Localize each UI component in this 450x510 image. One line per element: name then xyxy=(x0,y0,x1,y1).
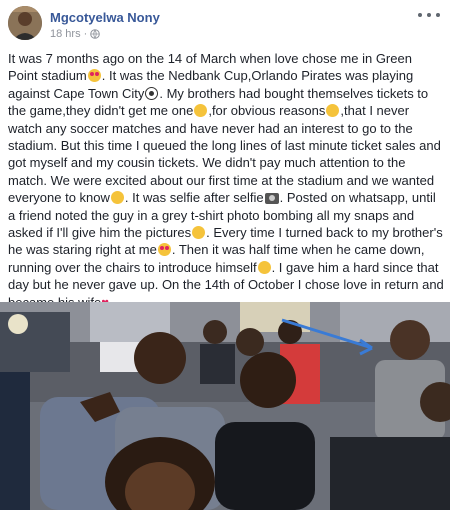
post-header: Mgcotyelwa Nony 18 hrs · xyxy=(0,0,450,44)
heart-eyes-icon xyxy=(87,69,101,83)
globe-icon[interactable] xyxy=(90,29,101,39)
post-timestamp[interactable]: 18 hrs xyxy=(50,28,81,40)
stadium-selfie-photo[interactable] xyxy=(0,302,450,510)
post-text-segment: . It was selfie after selfie xyxy=(124,190,264,206)
author-avatar[interactable] xyxy=(8,6,42,40)
unamused-icon xyxy=(194,104,208,118)
camera-icon xyxy=(264,193,279,205)
author-name[interactable]: Mgcotyelwa Nony xyxy=(50,10,160,25)
post-text-segment: ,for obvious reasons xyxy=(208,103,326,119)
laughing-icon xyxy=(192,226,206,240)
smiling-icon xyxy=(257,260,271,274)
soccer-ball-icon xyxy=(145,86,159,100)
smiling-icon xyxy=(326,104,340,118)
heart-eyes-icon xyxy=(157,243,171,257)
post-meta: 18 hrs · xyxy=(50,28,101,40)
facebook-post: Mgcotyelwa Nony 18 hrs · It was 7 months… xyxy=(0,0,450,510)
sunglasses-icon xyxy=(110,191,124,205)
more-options-icon[interactable] xyxy=(418,8,440,22)
post-body-text: It was 7 months ago on the 14 of March w… xyxy=(8,50,444,311)
